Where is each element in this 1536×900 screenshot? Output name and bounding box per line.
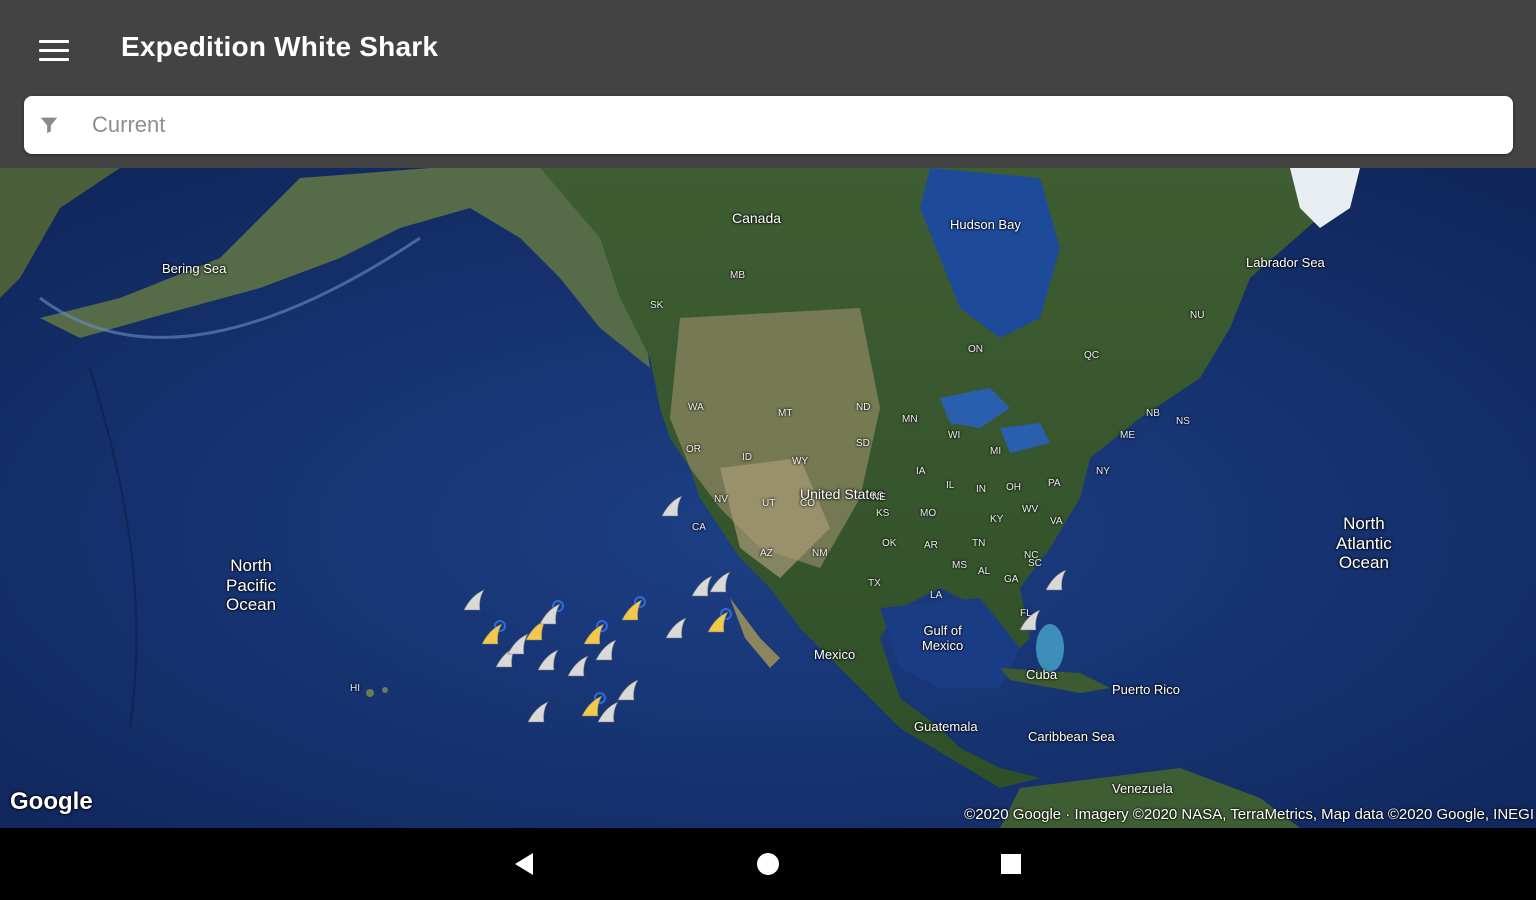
label-canada: Canada [732, 210, 782, 226]
back-triangle-icon[interactable] [506, 846, 542, 882]
state-label-on: ON [968, 344, 983, 355]
home-circle-icon[interactable] [750, 846, 786, 882]
recents-square-icon[interactable] [993, 846, 1029, 882]
state-label-wi: WI [948, 430, 961, 441]
state-label-ny: NY [1096, 466, 1110, 477]
filter-bar[interactable] [24, 96, 1513, 154]
shark-fin-icon[interactable] [594, 636, 624, 662]
shark-fin-icon[interactable] [664, 614, 694, 640]
state-label-il: IL [946, 480, 955, 491]
state-label-sc: SC [1028, 558, 1042, 569]
system-nav-bar [0, 828, 1536, 900]
label-bering-sea: Bering Sea [162, 261, 227, 276]
state-label-mt: MT [778, 408, 793, 419]
state-label-pa: PA [1048, 478, 1061, 489]
state-label-id: ID [742, 452, 752, 463]
state-label-wy: WY [792, 456, 809, 467]
state-label-oh: OH [1006, 482, 1021, 493]
state-label-nu: NU [1190, 310, 1205, 321]
label-venezuela: Venezuela [1112, 781, 1173, 796]
state-label-mo: MO [920, 508, 937, 519]
state-label-sk: SK [650, 300, 664, 311]
state-label-tx: TX [868, 578, 881, 589]
filter-icon [40, 117, 58, 134]
state-label-mn: MN [902, 414, 918, 425]
label-mexico: Mexico [814, 647, 856, 662]
state-label-sd: SD [856, 438, 870, 449]
shark-fin-icon[interactable] [462, 586, 492, 612]
shark-fin-icon[interactable] [536, 646, 566, 672]
label-caribbean-sea: Caribbean Sea [1028, 729, 1115, 744]
state-label-mi: MI [990, 446, 1002, 457]
state-label-ns: NS [1176, 416, 1190, 427]
state-label-tn: TN [972, 538, 986, 549]
state-label-ut: UT [762, 498, 776, 509]
label-hudson-bay: Hudson Bay [950, 217, 1021, 232]
shark-fin-icon[interactable] [706, 608, 736, 634]
state-label-ms: MS [952, 560, 967, 571]
shark-fin-icon[interactable] [1018, 606, 1048, 632]
state-label-va: VA [1050, 516, 1063, 527]
state-label-nm: NM [812, 548, 828, 559]
state-label-in: IN [976, 484, 986, 495]
app-bar: Expedition White Shark [0, 0, 1536, 168]
label-hi: HI [350, 683, 360, 694]
shark-fin-icon[interactable] [526, 698, 556, 724]
state-label-co: CO [800, 498, 815, 509]
state-label-wv: WV [1022, 504, 1039, 515]
state-label-ar: AR [924, 540, 938, 551]
state-label-ga: GA [1004, 574, 1019, 585]
shark-fin-icon[interactable] [708, 568, 738, 594]
state-label-ky: KY [990, 514, 1004, 525]
map-attribution[interactable]: ©2020 Google · Imagery ©2020 NASA, Terra… [964, 806, 1534, 823]
state-label-me: ME [1120, 430, 1135, 441]
state-label-az: AZ [760, 548, 773, 559]
label-north-atlantic: North Atlantic Ocean [1336, 514, 1392, 573]
state-label-ks: KS [876, 508, 890, 519]
shark-fin-icon[interactable] [538, 600, 568, 626]
state-label-ca: CA [692, 522, 706, 533]
label-labrador-sea: Labrador Sea [1246, 255, 1325, 270]
label-puerto-rico: Puerto Rico [1112, 682, 1180, 697]
state-label-wa: WA [688, 402, 704, 413]
app-title: Expedition White Shark [121, 31, 439, 62]
state-label-nd: ND [856, 402, 871, 413]
shark-fin-icon[interactable] [566, 652, 596, 678]
shark-fin-icon[interactable] [660, 492, 690, 518]
state-label-ok: OK [882, 538, 897, 549]
state-label-al: AL [978, 566, 991, 577]
state-label-nb: NB [1146, 408, 1160, 419]
state-label-nv: NV [714, 494, 728, 505]
state-label-mb: MB [730, 270, 745, 281]
filter-input[interactable] [92, 106, 1492, 144]
state-label-la: LA [930, 590, 943, 601]
map-view[interactable]: Canada Hudson Bay Labrador Sea Bering Se… [0, 168, 1536, 828]
google-logo: Google [10, 788, 93, 815]
shark-fin-icon[interactable] [616, 676, 646, 702]
label-north-pacific: North Pacific Ocean [226, 556, 277, 615]
label-gulf-of-mexico: Gulf of Mexico [922, 623, 964, 653]
state-label-ne: NE [872, 492, 886, 503]
state-label-qc: QC [1084, 350, 1099, 361]
label-guatemala: Guatemala [914, 719, 978, 734]
shark-fin-icon[interactable] [620, 596, 650, 622]
state-label-or: OR [686, 444, 701, 455]
shark-fin-icon[interactable] [1044, 566, 1074, 592]
hamburger-menu-icon[interactable] [30, 30, 78, 70]
state-label-ia: IA [916, 466, 926, 477]
label-cuba: Cuba [1026, 667, 1058, 682]
